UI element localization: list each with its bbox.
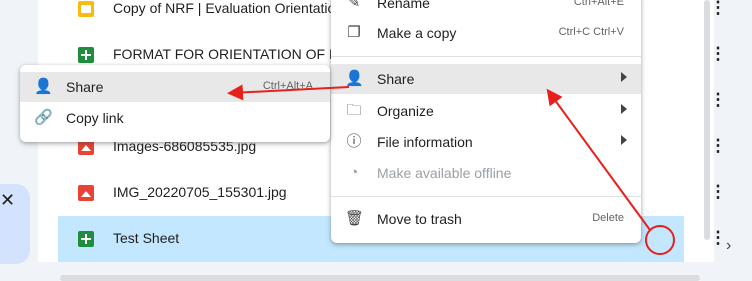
annotation-circle <box>645 225 675 255</box>
annotation-arrow <box>227 84 350 101</box>
annotation-arrow <box>546 88 651 231</box>
annotation-overlay <box>227 84 675 255</box>
